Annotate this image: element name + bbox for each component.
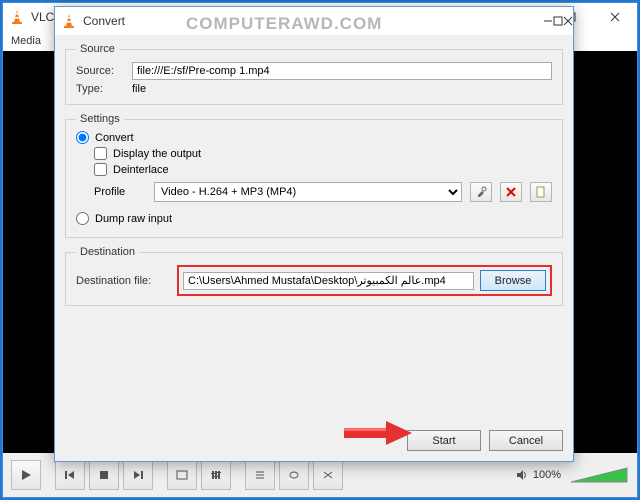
browse-button[interactable]: Browse: [480, 270, 546, 291]
fullscreen-button[interactable]: [167, 460, 197, 490]
next-button[interactable]: [123, 460, 153, 490]
prev-button[interactable]: [55, 460, 85, 490]
stop-button[interactable]: [89, 460, 119, 490]
close-button[interactable]: [593, 3, 637, 31]
settings-legend: Settings: [76, 113, 124, 125]
ext-settings-button[interactable]: [201, 460, 231, 490]
volume-percent: 100%: [533, 469, 561, 481]
deinterlace-checkbox[interactable]: [94, 163, 107, 176]
dialog-maximize-button[interactable]: [553, 16, 563, 26]
dump-raw-label: Dump raw input: [95, 213, 172, 225]
loop-button[interactable]: [279, 460, 309, 490]
source-input[interactable]: [132, 62, 552, 80]
vlc-cone-icon: [61, 13, 77, 29]
dump-raw-radio[interactable]: [76, 212, 89, 225]
menu-media[interactable]: Media: [11, 35, 41, 47]
start-button[interactable]: Start: [407, 430, 481, 451]
new-file-icon: [535, 186, 547, 198]
destination-highlight: Browse: [177, 265, 552, 296]
delete-icon: [505, 186, 517, 198]
edit-profile-button[interactable]: [470, 182, 492, 202]
dialog-minimize-button[interactable]: [543, 16, 553, 26]
type-value: file: [132, 83, 146, 95]
destination-file-input[interactable]: [183, 272, 474, 290]
display-output-label: Display the output: [113, 148, 201, 160]
new-profile-button[interactable]: [530, 182, 552, 202]
volume-slider[interactable]: [569, 464, 629, 486]
dialog-buttons: Start Cancel: [55, 426, 573, 461]
play-button[interactable]: [11, 460, 41, 490]
source-label: Source:: [76, 65, 126, 77]
convert-radio-label: Convert: [95, 132, 134, 144]
playlist-button[interactable]: [245, 460, 275, 490]
dialog-close-button[interactable]: [563, 16, 573, 26]
destination-legend: Destination: [76, 246, 139, 258]
dialog-title: Convert: [83, 14, 543, 28]
source-legend: Source: [76, 43, 119, 55]
deinterlace-label: Deinterlace: [113, 164, 169, 176]
convert-dialog: Convert Source Source: Type: file Settin…: [54, 6, 574, 462]
type-label: Type:: [76, 83, 126, 95]
profile-label: Profile: [94, 186, 146, 198]
cancel-button[interactable]: Cancel: [489, 430, 563, 451]
destination-file-label: Destination file:: [76, 275, 171, 287]
volume-area: 100%: [515, 464, 629, 486]
speaker-icon[interactable]: [515, 468, 529, 482]
convert-radio[interactable]: [76, 131, 89, 144]
delete-profile-button[interactable]: [500, 182, 522, 202]
profile-select[interactable]: Video - H.264 + MP3 (MP4): [154, 182, 462, 202]
vlc-cone-icon: [9, 9, 25, 25]
dialog-body: Source Source: Type: file Settings Conve…: [55, 35, 573, 426]
dialog-titlebar: Convert: [55, 7, 573, 35]
shuffle-button[interactable]: [313, 460, 343, 490]
display-output-checkbox[interactable]: [94, 147, 107, 160]
source-fieldset: Source Source: Type: file: [65, 43, 563, 105]
settings-fieldset: Settings Convert Display the output Dein…: [65, 113, 563, 238]
destination-fieldset: Destination Destination file: Browse: [65, 246, 563, 306]
wrench-icon: [475, 186, 487, 198]
